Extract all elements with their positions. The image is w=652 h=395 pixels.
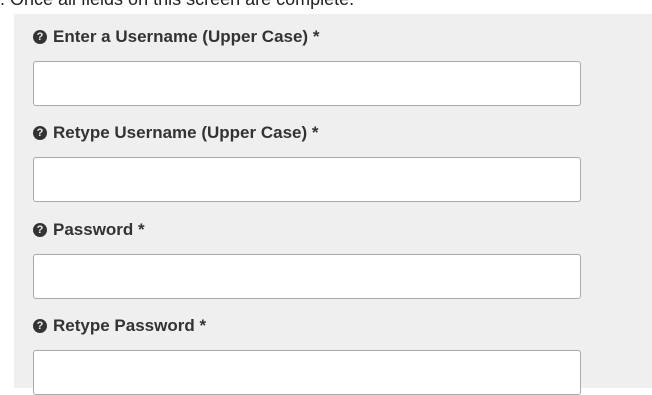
username-field-group: ? Enter a Username (Upper Case) * bbox=[33, 23, 581, 106]
username-label-text: Enter a Username (Upper Case) * bbox=[53, 27, 320, 46]
help-icon[interactable]: ? bbox=[33, 30, 47, 44]
intro-text: . Once all fields on this screen are com… bbox=[0, 0, 354, 11]
help-icon[interactable]: ? bbox=[33, 126, 47, 140]
retype-password-label-text: Retype Password * bbox=[53, 316, 207, 335]
registration-form-panel: ? Enter a Username (Upper Case) * ? Rety… bbox=[14, 14, 652, 395]
retype-password-field-group: ? Retype Password * bbox=[33, 312, 581, 395]
password-field-group: ? Password * bbox=[33, 216, 581, 299]
retype-username-label-text: Retype Username (Upper Case) * bbox=[53, 123, 319, 142]
retype-password-input[interactable] bbox=[33, 350, 581, 395]
retype-username-label: ? Retype Username (Upper Case) * bbox=[33, 119, 581, 147]
password-input[interactable] bbox=[33, 254, 581, 299]
retype-username-field-group: ? Retype Username (Upper Case) * bbox=[33, 119, 581, 202]
username-input[interactable] bbox=[33, 61, 581, 106]
password-label: ? Password * bbox=[33, 216, 581, 244]
username-label: ? Enter a Username (Upper Case) * bbox=[33, 23, 581, 51]
help-icon[interactable]: ? bbox=[33, 319, 47, 333]
password-label-text: Password * bbox=[53, 220, 145, 239]
help-icon[interactable]: ? bbox=[33, 223, 47, 237]
retype-username-input[interactable] bbox=[33, 157, 581, 202]
retype-password-label: ? Retype Password * bbox=[33, 312, 581, 340]
